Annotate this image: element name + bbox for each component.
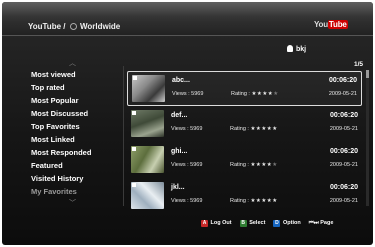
breadcrumb-leaf: Worldwide — [79, 22, 121, 31]
video-thumbnail[interactable] — [131, 110, 164, 137]
option-hint[interactable]: Option — [283, 220, 301, 226]
video-date: 2009-05-21 — [328, 91, 357, 97]
page-hint[interactable]: Page — [320, 220, 333, 226]
menu-item-most-linked[interactable]: Most Linked — [31, 133, 131, 146]
thumbnail-badge-icon — [132, 147, 136, 151]
menu-item-most-popular[interactable]: Most Popular — [31, 94, 131, 107]
star-icon: ★★★★ — [250, 162, 273, 168]
youtube-logo: YouTube — [314, 20, 348, 29]
menu-item-visited-history[interactable]: Visited History — [31, 172, 131, 185]
breadcrumb: YouTube / Worldwide — [28, 22, 120, 31]
video-views: Views : 5969 — [172, 91, 204, 97]
video-title: ghi... — [171, 148, 188, 155]
user-icon — [287, 45, 293, 52]
video-title: jkl... — [171, 184, 185, 191]
menu-item-most-viewed[interactable]: Most viewed — [31, 68, 131, 81]
list-scrollbar[interactable] — [366, 70, 369, 206]
video-views: Views : 5969 — [171, 162, 203, 168]
video-rating: Rating : ★★★★★ — [230, 198, 278, 204]
video-duration: 00:06:20 — [329, 112, 358, 119]
menu-scroll-up-icon[interactable]: ︿ — [69, 58, 131, 68]
thumbnail-badge-icon — [132, 111, 136, 115]
menu-item-top-favorites[interactable]: Top Favorites — [31, 120, 131, 133]
star-icon: ★★★★ — [251, 91, 274, 97]
logo-text-you: You — [314, 20, 328, 29]
star-icon: ★★★★★ — [250, 126, 278, 132]
page-indicator: 1/5 — [354, 61, 364, 68]
video-date: 2009-05-21 — [329, 162, 358, 168]
empty-star-icon: ★ — [273, 91, 279, 97]
rating-label: Rating : — [231, 91, 250, 97]
menu-item-my-favorites[interactable]: My Favorites — [31, 185, 131, 198]
menu-scroll-down-icon[interactable]: ﹀ — [69, 198, 131, 208]
video-thumbnail[interactable] — [132, 75, 165, 102]
logo-text-tube: Tube — [327, 20, 348, 29]
video-row[interactable]: abc... 00:06:20 Views : 5969 Rating : ★★… — [127, 71, 362, 106]
video-rating: Rating : ★★★★★ — [231, 91, 279, 97]
rating-label: Rating : — [230, 198, 249, 204]
video-title: abc... — [172, 77, 190, 84]
skip-page-icon: ⏮⏭ — [308, 220, 319, 226]
title-bar: YouTube / Worldwide YouTube — [2, 2, 373, 36]
video-title: def... — [171, 112, 188, 119]
rating-label: Rating : — [230, 126, 249, 132]
video-row[interactable]: ghi... 00:06:20 Views : 5969 Rating : ★★… — [127, 143, 362, 178]
menu-item-top-rated[interactable]: Top rated — [31, 81, 131, 94]
title-bar-gloss — [2, 2, 373, 16]
panel-divider — [123, 66, 124, 206]
video-views: Views : 5969 — [171, 198, 203, 204]
globe-icon — [69, 23, 77, 30]
video-rating: Rating : ★★★★★ — [230, 126, 278, 132]
video-row[interactable]: def... 00:06:20 Views : 5969 Rating : ★★… — [127, 107, 362, 142]
logout-hint[interactable]: Log Out — [211, 220, 232, 226]
select-hint[interactable]: Select — [249, 220, 265, 226]
video-duration: 00:06:20 — [328, 77, 357, 84]
tv-screen: YouTube / Worldwide YouTube bkj 1/5 ︿ Mo… — [2, 2, 373, 245]
user-name: bkj — [296, 46, 307, 53]
video-list: abc... 00:06:20 Views : 5969 Rating : ★★… — [127, 71, 362, 215]
video-thumbnail[interactable] — [131, 182, 164, 209]
b-key-icon: B — [239, 220, 247, 227]
video-duration: 00:06:20 — [329, 184, 358, 191]
video-thumbnail[interactable] — [131, 146, 164, 173]
empty-star-icon: ★ — [272, 162, 278, 168]
user-account: bkj — [287, 45, 306, 53]
d-key-icon: D — [273, 220, 281, 227]
a-key-icon: A — [201, 220, 208, 227]
video-date: 2009-05-21 — [329, 198, 358, 204]
scrollbar-thumb[interactable] — [366, 70, 369, 78]
menu-item-featured[interactable]: Featured — [31, 159, 131, 172]
video-duration: 00:06:20 — [329, 148, 358, 155]
video-views: Views : 5969 — [171, 126, 203, 132]
star-icon: ★★★★★ — [250, 198, 278, 204]
thumbnail-badge-icon — [132, 183, 136, 187]
video-row[interactable]: jkl... 00:06:20 Views : 5969 Rating : ★★… — [127, 179, 362, 214]
video-rating: Rating : ★★★★★ — [230, 162, 278, 168]
remote-key-guide: A Log Out B Select D Option ⏮⏭ Page — [201, 220, 333, 227]
video-date: 2009-05-21 — [329, 126, 358, 132]
category-menu: ︿ Most viewed Top rated Most Popular Mos… — [31, 58, 131, 208]
breadcrumb-root: YouTube / — [28, 22, 66, 31]
menu-item-most-responded[interactable]: Most Responded — [31, 146, 131, 159]
menu-item-most-discussed[interactable]: Most Discussed — [31, 107, 131, 120]
rating-label: Rating : — [230, 162, 249, 168]
thumbnail-badge-icon — [133, 76, 137, 80]
